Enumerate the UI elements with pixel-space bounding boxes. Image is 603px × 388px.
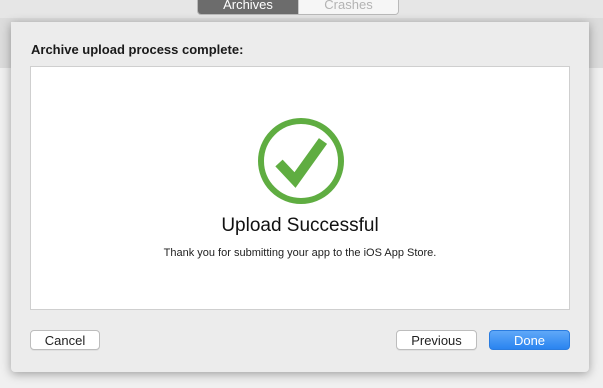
sheet-title: Archive upload process complete: <box>31 42 244 57</box>
done-button[interactable]: Done <box>489 330 570 350</box>
tab-archives[interactable]: Archives <box>198 0 298 14</box>
previous-button[interactable]: Previous <box>396 330 477 350</box>
tab-crashes[interactable]: Crashes <box>298 0 398 14</box>
organizer-tab-control: Archives Crashes <box>197 0 399 15</box>
result-panel: Upload Successful Thank you for submitti… <box>30 66 570 310</box>
upload-status-message: Thank you for submitting your app to the… <box>163 247 437 259</box>
checkmark-circle-icon <box>258 118 344 204</box>
upload-status-heading: Upload Successful <box>221 215 379 236</box>
cancel-button[interactable]: Cancel <box>30 330 100 350</box>
upload-complete-sheet: Archive upload process complete: Upload … <box>11 22 589 372</box>
